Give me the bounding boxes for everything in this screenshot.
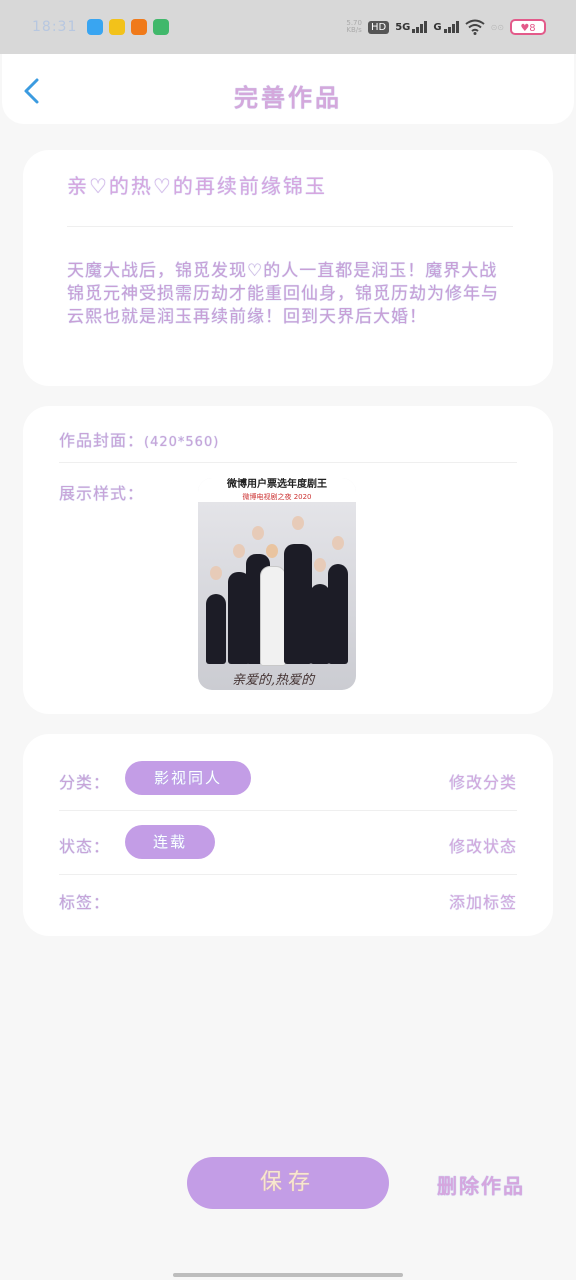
home-indicator[interactable] [173,1273,403,1277]
poster-figure-head [252,526,264,540]
page-title: 完善作品 [234,84,342,112]
poster-figure-head [332,536,344,550]
signal-5g: 5G [395,21,428,33]
display-style-label: 展示样式： [59,484,145,503]
save-button[interactable]: 保存 [187,1157,389,1209]
status-bar: 18:31 5.70 KB/s HD 5G G ⊙⊙ ♥8 [0,0,576,54]
category-label: 分类： [59,773,111,792]
hotspot-indicator: ⊙⊙ [490,22,504,32]
poster-figure-head [292,516,304,530]
signal-bars-icon [412,21,428,33]
add-tag-button[interactable]: 添加标签 [449,889,517,913]
wifi-icon [464,19,485,35]
poster-figure-head [233,544,245,558]
delete-work-button[interactable]: 删除作品 [437,1170,525,1199]
status-chip[interactable]: 连载 [125,825,215,859]
work-title[interactable]: 亲♡的热♡的再续前缘锦玉 [67,170,327,199]
signal-g-label: G [433,21,442,33]
poster-figure [310,584,330,664]
tags-label: 标签： [59,893,111,912]
edit-category-button[interactable]: 修改分类 [449,769,517,793]
poster-figure [284,544,312,664]
poster-caption: 亲爱的,热爱的 [232,673,315,688]
category-chip[interactable]: 影视同人 [125,761,251,795]
signal-g: G [433,21,459,33]
app-icon-yellow [109,19,126,35]
battery-icon: ♥8 [510,19,546,35]
work-description[interactable]: 天魔大战后，锦觅发现♡的人一直都是润玉！魔界大战锦觅元神受损需历劫才能重回仙身，… [67,260,515,329]
poster-figure [328,564,348,664]
poster-figure-head [210,566,222,580]
divider [59,462,517,463]
poster-subtitle: 微博电视剧之夜 2020 [242,493,312,501]
signal-bars-icon [443,21,459,33]
cover-card: 作品封面：(420*560) 展示样式： 微博用户票选年度剧王 微博电视剧之夜 … [23,406,553,714]
status-time: 18:31 [32,19,78,35]
hd-badge: HD [367,20,390,34]
work-info-card: 亲♡的热♡的再续前缘锦玉 天魔大战后，锦觅发现♡的人一直都是润玉！魔界大战锦觅元… [23,150,553,386]
status-label: 状态： [59,837,111,856]
divider [59,810,517,811]
network-speed: 5.70 KB/s [346,19,362,34]
divider [59,874,517,875]
edit-status-button[interactable]: 修改状态 [449,833,517,857]
meta-card: 分类： 影视同人 修改分类 状态： 连载 修改状态 标签： 添加标签 [23,734,553,936]
cover-size-hint: (420*560) [144,435,220,450]
cover-image[interactable]: 微博用户票选年度剧王 微博电视剧之夜 2020 亲爱的,热爱的 [198,478,356,690]
divider [67,226,513,227]
qq-icon [87,19,104,35]
battery-level: 8 [529,23,536,34]
app-icon-green [153,19,170,35]
cover-label-text: 作品封面： [59,431,145,450]
poster-figure [260,566,286,666]
poster-figure [206,594,226,664]
status-right: 5.70 KB/s HD 5G G ⊙⊙ ♥8 [346,19,546,35]
app-icon-orange [131,19,148,35]
signal-5g-label: 5G [395,21,411,33]
poster-figure-head [266,544,278,558]
cover-label: 作品封面：(420*560) [59,427,219,451]
poster-figure-head [314,558,326,572]
page-header: 完善作品 [2,54,574,124]
